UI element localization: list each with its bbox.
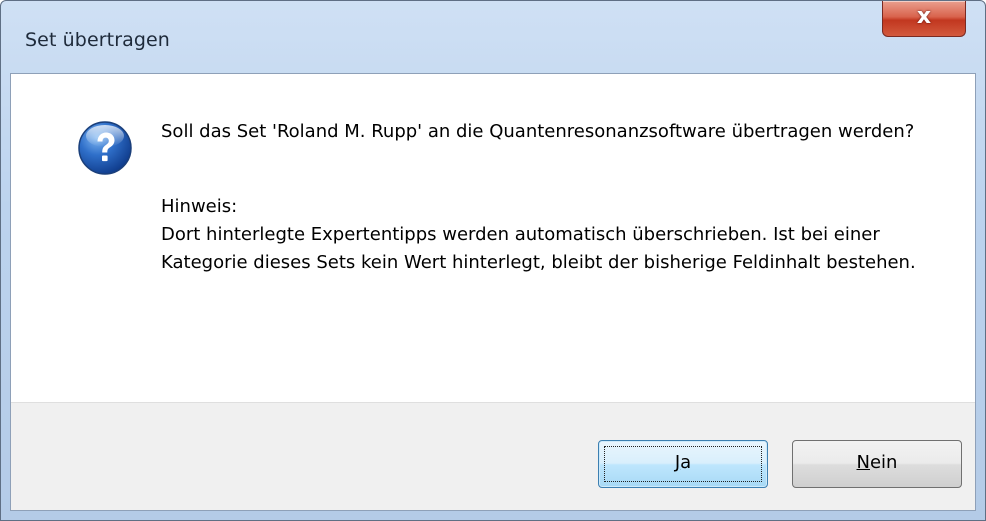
yes-button[interactable]: Ja (598, 440, 768, 488)
hint-label: Hinweis: (161, 196, 238, 217)
close-button[interactable]: x (882, 1, 966, 37)
dialog-window: Set übertragen x Soll das Set 'Roland M.… (0, 0, 986, 521)
hint-text: Dort hinterlegte Expertentipps werden au… (161, 224, 916, 273)
message-area: Soll das Set 'Roland M. Rupp' an die Qua… (11, 74, 975, 404)
yes-label-rest: a (680, 452, 692, 473)
yes-button-label: Ja (675, 452, 691, 473)
title-bar[interactable]: Set übertragen x (1, 1, 985, 73)
no-button-label: Nein (857, 452, 898, 473)
window-title: Set übertragen (25, 29, 170, 51)
dialog-client-area: Soll das Set 'Roland M. Rupp' an die Qua… (10, 73, 976, 511)
no-label-rest: ein (869, 452, 898, 473)
no-button[interactable]: Nein (792, 440, 962, 488)
message-text-block: Soll das Set 'Roland M. Rupp' an die Qua… (161, 118, 941, 277)
question-icon (78, 121, 132, 175)
message-question: Soll das Set 'Roland M. Rupp' an die Qua… (161, 121, 915, 142)
no-mnemonic: N (856, 452, 870, 473)
close-icon: x (916, 4, 932, 29)
